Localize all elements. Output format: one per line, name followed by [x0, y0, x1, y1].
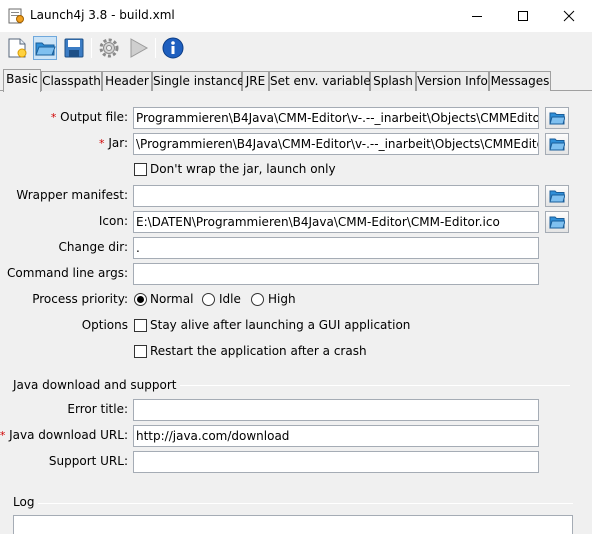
wrapper-manifest-label: Wrapper manifest: [16, 188, 128, 202]
log-textarea[interactable] [13, 515, 573, 534]
tab-set-env-variables[interactable]: Set env. variables [269, 71, 377, 91]
maximize-button[interactable] [500, 0, 546, 32]
tab-header[interactable]: Header [102, 71, 152, 91]
required-marker: * [0, 429, 6, 442]
open-folder-icon [35, 42, 56, 56]
toolbar-separator [91, 38, 92, 58]
options-label: Options [81, 318, 128, 332]
gear-icon [99, 38, 119, 58]
jar-field[interactable]: \Programmieren\B4Java\CMM-Editor\v-.--_i… [133, 133, 539, 155]
open-folder-icon [549, 138, 565, 151]
java-download-group-title: Java download and support [13, 378, 181, 392]
tab-basic[interactable]: Basic [3, 69, 41, 92]
log-title: Log [13, 495, 39, 509]
stay-alive-checkbox[interactable] [134, 319, 147, 332]
command-line-args-label: Command line args: [7, 266, 128, 280]
change-dir-label: Change dir: [58, 240, 128, 254]
window-title: Launch4j 3.8 - build.xml [30, 8, 175, 22]
java-download-url-label: * Java download URL: [0, 428, 128, 442]
save-config-button[interactable] [62, 36, 86, 60]
priority-high-radio[interactable] [251, 293, 264, 306]
open-folder-icon [549, 190, 565, 203]
output-file-field[interactable]: Programmieren\B4Java\CMM-Editor\v-.--_in… [133, 107, 539, 129]
log-divider [13, 503, 573, 504]
jar-browse-button[interactable] [545, 133, 569, 155]
stay-alive-label: Stay alive after launching a GUI applica… [150, 318, 411, 332]
launch4j-app-icon [8, 8, 24, 24]
icon-label: Icon: [98, 214, 128, 228]
error-title-field[interactable] [133, 399, 539, 421]
tab-bar: Basic Classpath Header Single instance J… [0, 69, 592, 92]
open-folder-icon [549, 112, 565, 125]
wrapper-manifest-field[interactable] [133, 185, 539, 207]
icon-field[interactable]: E:\DATEN\Programmieren\B4Java\CMM-Editor… [133, 211, 539, 233]
priority-idle-label: Idle [219, 292, 241, 306]
save-disk-icon [64, 38, 84, 58]
icon-browse-button[interactable] [545, 211, 569, 233]
output-file-browse-button[interactable] [545, 107, 569, 129]
wrapper-manifest-browse-button[interactable] [545, 185, 569, 207]
toolbar [0, 32, 592, 64]
dont-wrap-label: Don't wrap the jar, launch only [150, 162, 336, 176]
tab-jre[interactable]: JRE [242, 71, 269, 91]
priority-normal-label: Normal [150, 292, 194, 306]
restart-after-crash-label: Restart the application after a crash [150, 344, 367, 358]
required-marker: * [50, 111, 57, 124]
play-icon [130, 38, 149, 58]
jar-label: * Jar: [99, 136, 128, 150]
toolbar-separator [155, 38, 156, 58]
required-marker: * [99, 137, 105, 150]
dont-wrap-checkbox[interactable] [134, 163, 147, 176]
build-wrapper-button[interactable] [97, 36, 121, 60]
support-url-label: Support URL: [48, 454, 128, 468]
process-priority-label: Process priority: [32, 292, 128, 306]
new-config-button[interactable] [5, 36, 29, 60]
about-button[interactable] [161, 36, 185, 60]
title-bar: Launch4j 3.8 - build.xml [0, 0, 592, 32]
tab-single-instance[interactable]: Single instance [152, 71, 245, 91]
priority-idle-radio[interactable] [202, 293, 215, 306]
output-file-label: * Output file: [50, 110, 128, 124]
priority-high-label: High [268, 292, 296, 306]
restart-after-crash-checkbox[interactable] [134, 345, 147, 358]
info-icon [162, 37, 184, 59]
command-line-args-field[interactable] [133, 263, 539, 285]
tab-classpath[interactable]: Classpath [41, 71, 102, 91]
open-config-button[interactable] [33, 36, 57, 60]
test-wrapper-button[interactable] [126, 36, 150, 60]
tab-splash[interactable]: Splash [370, 71, 416, 91]
open-folder-icon [549, 216, 565, 229]
tab-messages[interactable]: Messages [489, 71, 551, 91]
new-file-icon [8, 38, 27, 58]
priority-normal-radio[interactable] [134, 293, 147, 306]
error-title-label: Error title: [67, 402, 128, 416]
tab-version-info[interactable]: Version Info [416, 71, 489, 91]
close-button[interactable] [546, 0, 592, 32]
java-download-url-field[interactable]: http://java.com/download [133, 425, 539, 447]
minimize-button[interactable] [454, 0, 500, 32]
change-dir-field[interactable]: . [133, 237, 539, 259]
support-url-field[interactable] [133, 451, 539, 473]
